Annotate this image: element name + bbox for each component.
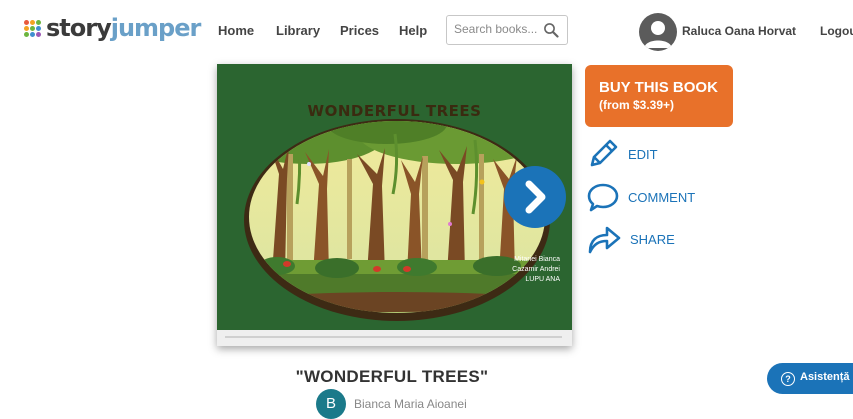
buy-label: BUY THIS BOOK — [599, 79, 718, 96]
search-icon[interactable] — [543, 22, 559, 43]
logo-text-jumper: jumper — [110, 14, 202, 42]
logo-text-story: story — [46, 14, 112, 42]
help-button[interactable]: ? Asistență — [767, 363, 853, 394]
next-page-button[interactable] — [504, 166, 566, 228]
user-name[interactable]: Raluca Oana Horvat — [682, 24, 796, 38]
cover-author: LUPU ANA — [525, 276, 560, 283]
speech-bubble-icon — [587, 183, 619, 212]
help-label: Asistență — [800, 371, 850, 383]
nav-help[interactable]: Help — [399, 23, 427, 38]
search-box[interactable] — [446, 15, 568, 45]
top-header: storyjumper Home Library Prices Help Ral… — [0, 0, 853, 64]
search-input[interactable] — [454, 22, 538, 36]
book-heading: "WONDERFUL TREES" — [295, 367, 489, 386]
nav-prices[interactable]: Prices — [340, 23, 379, 38]
share-arrow-icon — [588, 226, 621, 254]
user-silhouette-icon — [644, 21, 672, 48]
share-button[interactable]: SHARE — [586, 222, 675, 256]
question-icon: ? — [781, 372, 795, 386]
edit-button[interactable]: EDIT — [586, 137, 658, 171]
share-label: SHARE — [630, 231, 675, 247]
pencil-icon — [590, 139, 618, 167]
nav-library[interactable]: Library — [276, 23, 320, 38]
comment-button[interactable]: COMMENT — [586, 180, 695, 214]
cover-author: Mitariei Bianca — [514, 256, 560, 263]
edit-label: EDIT — [628, 146, 658, 162]
cover-title: WONDERFUL TREES — [307, 102, 482, 120]
user-avatar[interactable] — [639, 13, 677, 51]
logout-link[interactable]: Logout — [820, 24, 853, 38]
author-name[interactable]: Bianca Maria Aioanei — [354, 397, 467, 411]
buy-price: (from $3.39+) — [599, 98, 675, 112]
chevron-right-icon — [525, 180, 546, 214]
comment-label: COMMENT — [628, 189, 696, 205]
logo-dots-icon — [24, 19, 41, 37]
cover-authors: Mitariei Bianca Cazamir Andrei LUPU ANA — [512, 255, 560, 285]
nav-home[interactable]: Home — [218, 23, 254, 38]
cover-author: Cazamir Andrei — [512, 266, 560, 273]
author-avatar[interactable]: B — [316, 389, 346, 419]
buy-book-button[interactable]: BUY THIS BOOK (from $3.39+) — [585, 65, 733, 127]
storyjumper-logo[interactable]: storyjumper — [24, 14, 202, 42]
